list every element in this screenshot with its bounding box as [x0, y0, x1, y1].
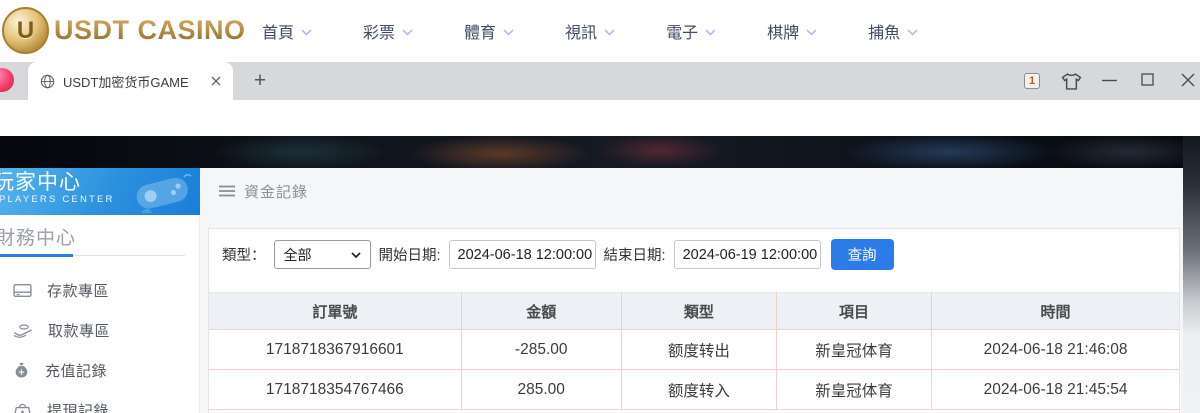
window-minimize-icon[interactable]: [1102, 79, 1117, 82]
browser-tab-bar: USDT加密货币GAME + 1: [0, 62, 1200, 100]
window-close-icon[interactable]: [1181, 73, 1195, 87]
sidebar-item-deposit[interactable]: 存款專區: [0, 270, 200, 310]
records-panel: 類型： 全部 開始日期: 2024-06-18 12:00:00 結束日期: 2…: [208, 228, 1180, 413]
nav-item-video[interactable]: 視訊: [565, 19, 615, 43]
withdraw-hand-icon: [13, 323, 32, 338]
type-label: 類型：: [222, 248, 266, 264]
nav-item-lottery[interactable]: 彩票: [363, 19, 413, 43]
cell-amount: 285.00: [461, 369, 622, 410]
page-title: 資金記錄: [244, 183, 309, 201]
col-amount: 金額: [461, 292, 622, 330]
cell-item: 新皇冠体育: [776, 369, 933, 410]
start-date-label: 開始日期:: [378, 248, 441, 264]
sidebar-item-label: 存款專區: [47, 282, 110, 300]
nav-item-label: 電子: [666, 25, 699, 42]
nav-item-cards[interactable]: 棋牌: [767, 19, 817, 43]
cell-time: 2024-06-18 21:46:08: [931, 329, 1179, 370]
page-title-bar: 資金記錄: [200, 168, 1183, 214]
deposit-card-icon: [13, 283, 32, 297]
browser-tab[interactable]: USDT加密货币GAME: [28, 62, 233, 100]
start-date-input[interactable]: 2024-06-18 12:00:00: [448, 240, 596, 269]
table-row: 1718718367916601 -285.00 额度转出 新皇冠体育 2024…: [209, 329, 1179, 370]
sidebar: 玩家中心 PLAYERS CENTER 財務中心 存款專區 取款專區 充值記錄 …: [0, 168, 200, 413]
col-order-no: 訂單號: [209, 292, 462, 330]
gamepad-icon: [136, 173, 192, 213]
hero-banner-image: [0, 136, 1200, 168]
query-button[interactable]: 查詢: [830, 239, 894, 270]
nav-item-sports[interactable]: 體育: [464, 19, 514, 43]
cell-item: 新皇冠体育: [776, 329, 933, 370]
col-type: 類型: [621, 292, 777, 330]
cell-type: 额度转入: [621, 369, 777, 410]
tab-close-icon[interactable]: [211, 76, 221, 86]
sidebar-item-label: 提現記錄: [47, 402, 110, 413]
chevron-down-icon: [402, 28, 413, 36]
records-table: 訂單號 金額 類型 項目 時間 1718718367916601 -285.00…: [209, 292, 1179, 410]
window-maximize-icon[interactable]: [1141, 73, 1154, 86]
player-center-header: 玩家中心 PLAYERS CENTER: [0, 168, 200, 215]
nav-item-label: 首頁: [262, 25, 295, 42]
end-date-label: 結束日期:: [603, 248, 666, 264]
nav-item-label: 體育: [464, 25, 497, 42]
casino-nav-bar: U USDT CASINO 首頁 彩票 體育 視訊 電子 棋牌 捕魚: [0, 0, 1200, 62]
money-bag-icon: [15, 362, 28, 378]
type-select-value: 全部: [283, 246, 312, 263]
tab-counter-badge[interactable]: 1: [1024, 73, 1040, 89]
chevron-down-icon: [301, 28, 312, 36]
purse-icon: [14, 403, 31, 413]
type-select[interactable]: 全部: [273, 240, 371, 269]
sidebar-item-label: 取款專區: [48, 322, 111, 340]
casino-logo-text: USDT CASINO: [54, 15, 246, 45]
new-tab-button[interactable]: +: [246, 67, 274, 95]
globe-icon: [40, 74, 55, 88]
sidebar-item-withdraw[interactable]: 取款專區: [0, 310, 200, 350]
sidebar-menu: 存款專區 取款專區 充值記錄 提現記錄: [0, 270, 200, 413]
chevron-down-icon: [907, 28, 918, 36]
nav-item-label: 彩票: [363, 25, 396, 42]
cell-order-no: 1718718367916601: [209, 329, 462, 370]
chevron-down-icon: [806, 28, 817, 36]
theme-shirt-icon[interactable]: [1061, 73, 1082, 90]
chevron-down-icon: [604, 28, 615, 36]
screen: U USDT CASINO 首頁 彩票 體育 視訊 電子 棋牌 捕魚 USDT加…: [0, 0, 1200, 413]
browser-logo-icon[interactable]: [0, 68, 14, 92]
table-header-row: 訂單號 金額 類型 項目 時間: [209, 292, 1179, 330]
col-time: 時間: [931, 292, 1179, 330]
nav-item-fishing[interactable]: 捕魚: [868, 19, 918, 43]
casino-logo-coin-icon: U: [2, 7, 49, 54]
cell-time: 2024-06-18 21:45:54: [931, 369, 1179, 410]
page-body: 玩家中心 PLAYERS CENTER 財務中心 存款專區 取款專區 充值記錄 …: [0, 168, 1183, 413]
browser-toolbar: AI https://www.usdt04.com/hhcp/usercente…: [0, 100, 1200, 232]
collapse-menu-icon[interactable]: [219, 185, 235, 197]
casino-nav-items: 首頁 彩票 體育 視訊 電子 棋牌 捕魚: [262, 0, 918, 62]
nav-item-label: 捕魚: [868, 25, 901, 42]
end-date-input[interactable]: 2024-06-19 12:00:00: [673, 240, 821, 269]
select-chevron-icon: [350, 251, 361, 258]
table-row: 1718718354767466 285.00 额度转入 新皇冠体育 2024-…: [209, 369, 1179, 410]
nav-item-home[interactable]: 首頁: [262, 19, 312, 43]
finance-section-title: 財務中心: [0, 228, 77, 249]
main-content: 資金記錄 類型： 全部 開始日期: 2024-06-18 12:00:00 結束…: [200, 168, 1183, 413]
col-item: 項目: [776, 292, 933, 330]
filter-bar: 類型： 全部 開始日期: 2024-06-18 12:00:00 結束日期: 2…: [209, 229, 1179, 270]
casino-logo[interactable]: U USDT CASINO: [2, 7, 246, 54]
sidebar-item-label: 充值記錄: [45, 362, 108, 380]
nav-item-label: 棋牌: [767, 25, 800, 42]
finance-section-underline: [0, 254, 185, 257]
nav-item-slots[interactable]: 電子: [666, 19, 716, 43]
scrollbar[interactable]: [1183, 136, 1200, 413]
logo-letter: U: [16, 16, 35, 44]
sidebar-item-withdraw-records[interactable]: 提現記錄: [0, 390, 200, 413]
underline-accent: [0, 254, 73, 257]
cell-order-no: 1718718354767466: [209, 369, 462, 410]
cell-type: 额度转出: [621, 329, 777, 370]
sidebar-item-recharge-records[interactable]: 充值記錄: [0, 350, 200, 390]
cell-amount: -285.00: [461, 329, 622, 370]
chevron-down-icon: [705, 28, 716, 36]
chevron-down-icon: [503, 28, 514, 36]
nav-item-label: 視訊: [565, 25, 598, 42]
underline-track: [73, 255, 185, 256]
tab-title: USDT加密货币GAME: [63, 74, 189, 90]
